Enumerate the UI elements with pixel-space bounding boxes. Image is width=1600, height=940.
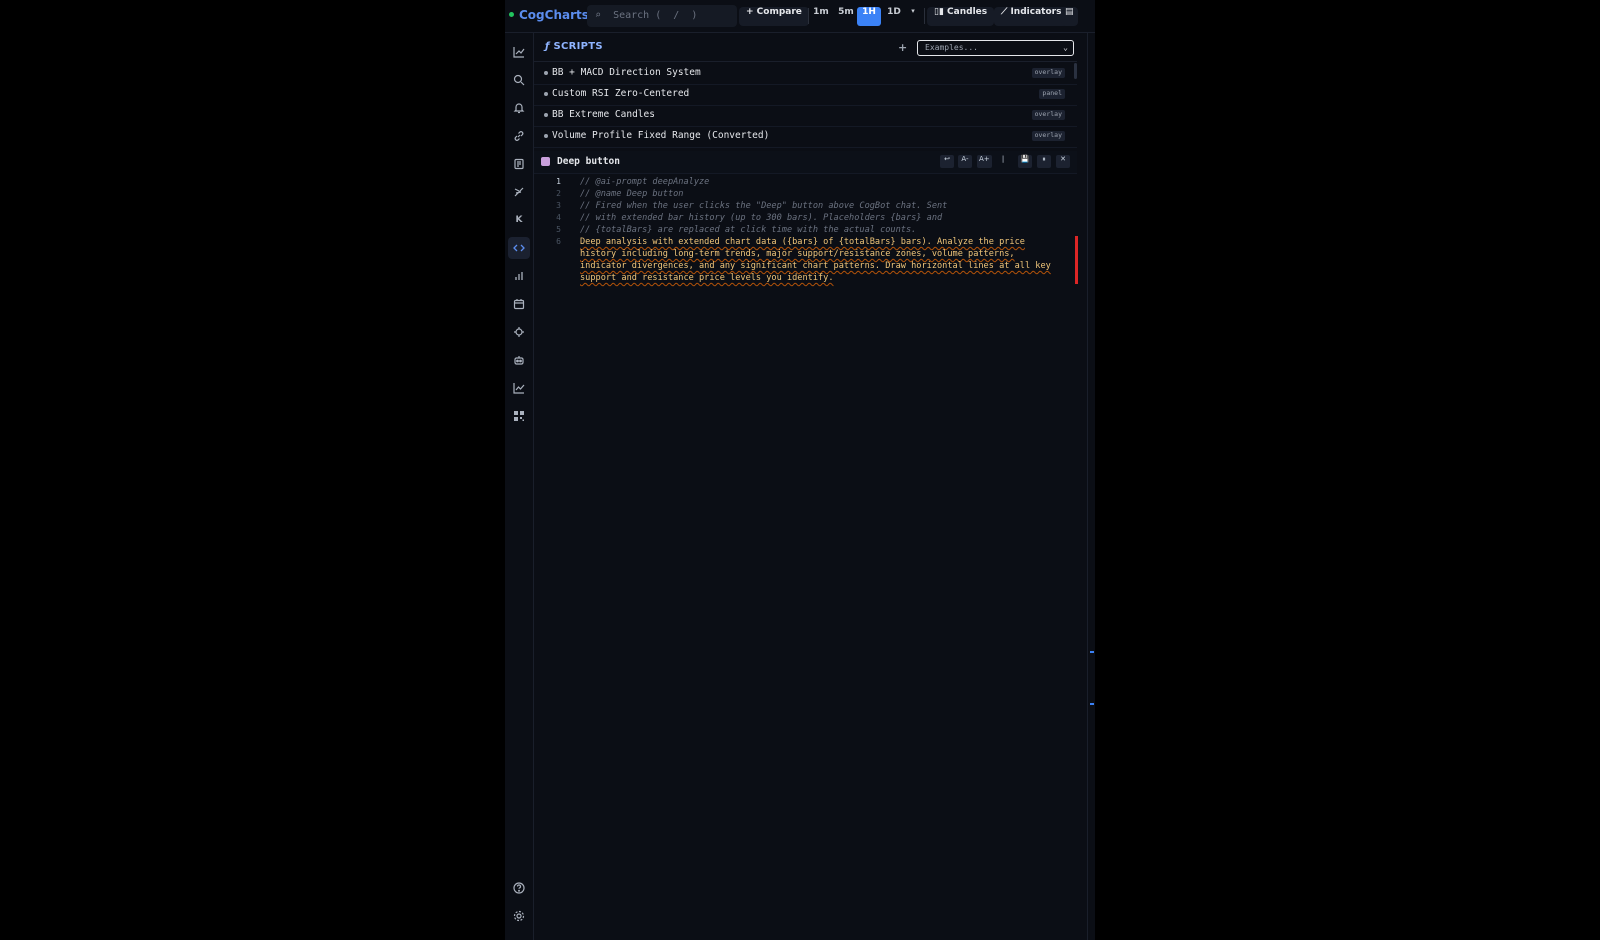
code-line[interactable]: // with extended bar history (up to 300 … xyxy=(580,213,942,223)
chart-pane-edge xyxy=(1087,33,1096,940)
script-type-badge: overlay xyxy=(1031,131,1065,141)
save-button[interactable]: 💾 xyxy=(1018,155,1032,168)
code-line[interactable]: Deep analysis with extended chart data (… xyxy=(580,237,1025,247)
line-number: 4 xyxy=(556,213,561,222)
font-decrease-button[interactable]: A- xyxy=(958,155,972,168)
line-number: 1 xyxy=(556,177,561,186)
script-type-badge: overlay xyxy=(1031,68,1065,78)
qr-grid-icon[interactable] xyxy=(508,405,530,427)
candles-label: Candles xyxy=(947,7,988,17)
code-line[interactable]: support and resistance price levels you … xyxy=(580,273,834,283)
scripts-header: ƒ SCRIPTS + Examples... ⌄ xyxy=(534,33,1077,62)
search-box[interactable]: ⌕ xyxy=(587,5,737,27)
candlestick-icon: ▯▮ xyxy=(934,7,944,17)
line-number: 5 xyxy=(556,225,561,234)
layout-button[interactable]: ▤ xyxy=(1061,7,1078,26)
script-type-badge: overlay xyxy=(1031,110,1065,120)
candles-button[interactable]: ▯▮ Candles xyxy=(927,7,995,26)
brand-name: CogCharts xyxy=(519,8,589,22)
brand-logo[interactable]: CogCharts xyxy=(509,8,589,22)
script-type-badge: panel xyxy=(1039,89,1065,99)
search-input[interactable] xyxy=(611,9,726,22)
help-icon[interactable] xyxy=(508,877,530,899)
script-list-item[interactable]: BB Extreme Candles overlay xyxy=(534,105,1077,127)
script-name: Volume Profile Fixed Range (Converted) xyxy=(552,130,770,141)
toolbar-divider xyxy=(924,8,925,24)
calendar-icon[interactable] xyxy=(508,293,530,315)
line-number: 3 xyxy=(556,201,561,210)
error-marker xyxy=(1075,236,1078,284)
chevron-down-icon: ⌄ xyxy=(1063,43,1068,52)
editor-header: Deep button ↩ A- A+ | 💾 ⏸ ✕ xyxy=(534,151,1077,174)
scripts-scrollbar[interactable] xyxy=(1074,63,1077,79)
settings-icon[interactable] xyxy=(508,905,530,927)
price-tick xyxy=(1090,703,1094,705)
scripts-title: ƒ SCRIPTS xyxy=(545,41,603,52)
code-line[interactable]: history including long-term trends, majo… xyxy=(580,249,1015,259)
examples-select-value: Examples... xyxy=(925,43,978,52)
app-window: CogCharts ⌕ + Compare 1m 5m 1H 1D ▾ ▯▮ C… xyxy=(505,0,1095,940)
indicators-button[interactable]: ⟋ Indicators xyxy=(994,7,1069,26)
search-icon[interactable] xyxy=(508,69,530,91)
scripts-panel: ƒ SCRIPTS + Examples... ⌄ BB + MACD Dire… xyxy=(534,33,1078,940)
wrap-button[interactable]: ↩ xyxy=(940,155,954,168)
script-list-item[interactable]: Volume Profile Fixed Range (Converted) o… xyxy=(534,126,1077,148)
timeframe-more-chevron-icon[interactable]: ▾ xyxy=(906,7,920,26)
line-number: 2 xyxy=(556,189,561,198)
divider-button: | xyxy=(1001,155,1005,163)
pause-button[interactable]: ⏸ xyxy=(1037,155,1051,168)
code-icon[interactable] xyxy=(508,237,530,259)
script-file-icon xyxy=(541,157,550,166)
book-icon[interactable] xyxy=(508,153,530,175)
font-increase-button[interactable]: A+ xyxy=(977,155,992,168)
price-tick xyxy=(1090,651,1094,653)
trend-icon[interactable] xyxy=(508,377,530,399)
compare-button[interactable]: + Compare xyxy=(739,7,809,26)
bullet-icon xyxy=(544,71,548,75)
layout-icon: ▤ xyxy=(1065,7,1074,17)
k-icon[interactable]: K xyxy=(508,209,530,231)
scripts-title-label: SCRIPTS xyxy=(553,41,603,52)
bullet-icon xyxy=(544,92,548,96)
timeframe-1d[interactable]: 1D xyxy=(882,7,906,26)
examples-select[interactable]: Examples... ⌄ xyxy=(917,40,1074,56)
timeframe-5m[interactable]: 5m xyxy=(834,7,858,26)
timeframe-1h[interactable]: 1H xyxy=(857,7,881,26)
indicators-label: Indicators xyxy=(1010,7,1062,17)
script-name: Custom RSI Zero-Centered xyxy=(552,88,690,99)
script-name: BB Extreme Candles xyxy=(552,109,655,120)
code-line[interactable]: // {totalBars} are replaced at click tim… xyxy=(580,225,916,235)
close-editor-button[interactable]: ✕ xyxy=(1056,155,1070,168)
code-line[interactable]: // @name Deep button xyxy=(580,189,683,199)
status-dot xyxy=(509,12,514,17)
editor-title: Deep button xyxy=(557,156,620,167)
bell-icon[interactable] xyxy=(508,97,530,119)
timeframe-1m[interactable]: 1m xyxy=(809,7,833,26)
drawing-tools-icon[interactable] xyxy=(508,181,530,203)
code-line[interactable]: // @ai-prompt deepAnalyze xyxy=(580,177,709,187)
crosshair-icon[interactable] xyxy=(508,321,530,343)
add-script-button[interactable]: + xyxy=(898,41,907,54)
code-line[interactable]: // Fired when the user clicks the "Deep"… xyxy=(580,201,947,211)
top-toolbar: CogCharts ⌕ + Compare 1m 5m 1H 1D ▾ ▯▮ C… xyxy=(505,0,1095,33)
indicators-icon: ⟋ xyxy=(1001,7,1008,17)
line-number: 6 xyxy=(556,237,561,246)
bullet-icon xyxy=(544,113,548,117)
search-icon: ⌕ xyxy=(595,10,602,21)
script-name: BB + MACD Direction System xyxy=(552,67,701,78)
function-icon: ƒ xyxy=(545,41,550,52)
left-sidebar: K xyxy=(505,33,534,940)
chart-line-icon[interactable] xyxy=(508,41,530,63)
script-list-item[interactable]: BB + MACD Direction System overlay xyxy=(534,63,1077,85)
bullet-icon xyxy=(544,134,548,138)
script-list-item[interactable]: Custom RSI Zero-Centered panel xyxy=(534,84,1077,106)
code-line[interactable]: indicator divergences, and any significa… xyxy=(580,261,1051,271)
link-icon[interactable] xyxy=(508,125,530,147)
robot-icon[interactable] xyxy=(508,349,530,371)
bar-chart-icon[interactable] xyxy=(508,265,530,287)
